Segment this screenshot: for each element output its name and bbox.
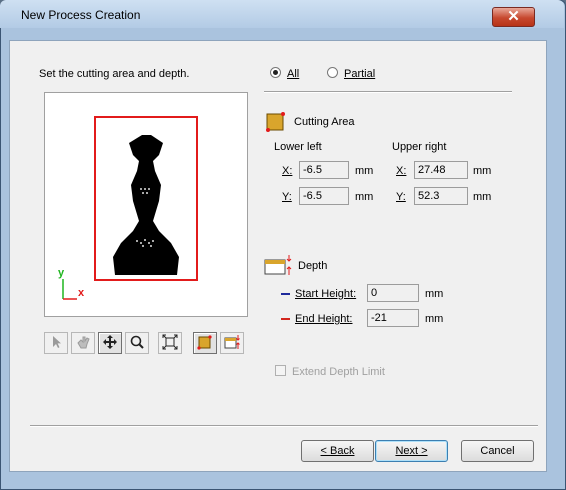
- unit-label: mm: [425, 313, 444, 325]
- depth-tool-button[interactable]: [220, 332, 244, 354]
- all-radio-label[interactable]: All: [287, 67, 299, 81]
- chess-queen-model: [113, 135, 179, 275]
- back-button-label: < Back: [320, 445, 355, 457]
- lower-left-label: Lower left: [274, 141, 322, 153]
- next-button-label: Next >: [395, 445, 428, 457]
- unit-label: mm: [473, 191, 492, 203]
- lower-left-y-label: Y:: [282, 191, 292, 203]
- depth-icon: [224, 334, 240, 353]
- next-button[interactable]: Next >: [375, 440, 448, 462]
- select-tool-button[interactable]: [44, 332, 68, 354]
- cutting-area-section-icon: [265, 110, 287, 135]
- cutting-area-tool-button[interactable]: [193, 332, 217, 354]
- preview-drawing: [62, 116, 198, 300]
- upper-right-y-field[interactable]: 52.3: [414, 187, 468, 205]
- all-radio[interactable]: [270, 67, 281, 78]
- lower-left-y-field[interactable]: -6.5: [299, 187, 349, 205]
- upper-right-x-label: X:: [396, 165, 407, 177]
- unit-label: mm: [355, 191, 374, 203]
- unit-label: mm: [473, 165, 492, 177]
- close-button[interactable]: ✕: [492, 7, 535, 27]
- depth-title: Depth: [298, 260, 328, 272]
- partial-radio[interactable]: [327, 67, 338, 78]
- move-icon: [102, 334, 118, 353]
- start-height-marker: [281, 293, 290, 295]
- back-button[interactable]: < Back: [301, 440, 374, 462]
- unit-label: mm: [425, 288, 444, 300]
- zoom-tool-button[interactable]: [125, 332, 149, 354]
- upper-right-y-label: Y:: [396, 191, 406, 203]
- lower-left-x-field[interactable]: -6.5: [299, 161, 349, 179]
- instruction-text: Set the cutting area and depth.: [39, 68, 190, 80]
- cancel-button[interactable]: Cancel: [461, 440, 534, 462]
- pan-tool-button[interactable]: [71, 332, 95, 354]
- start-height-label: Start Height:: [295, 288, 357, 300]
- bottom-divider: [30, 425, 538, 427]
- preview-canvas[interactable]: [44, 92, 248, 317]
- cutting-area-title: Cutting Area: [294, 116, 355, 128]
- pan-hand-icon: [75, 335, 91, 352]
- cancel-button-label: Cancel: [480, 445, 515, 457]
- move-tool-button[interactable]: [98, 332, 122, 354]
- end-height-label: End Height:: [295, 313, 353, 325]
- start-height-field[interactable]: 0: [367, 284, 419, 302]
- upper-right-label: Upper right: [392, 141, 447, 153]
- y-axis-label: y: [58, 267, 65, 279]
- cutting-area-icon: [197, 334, 213, 353]
- extend-depth-label: Extend Depth Limit: [292, 366, 385, 378]
- x-axis-label: x: [78, 287, 85, 299]
- zoom-icon: [129, 334, 145, 353]
- lower-left-x-label: X:: [282, 165, 293, 177]
- unit-label: mm: [355, 165, 374, 177]
- window-title: New Process Creation: [21, 8, 141, 22]
- extend-depth-checkbox[interactable]: [275, 365, 286, 376]
- fit-view-button[interactable]: [158, 332, 182, 354]
- end-height-field[interactable]: -21: [367, 309, 419, 327]
- depth-section-icon: [264, 254, 294, 279]
- partial-radio-label[interactable]: Partial: [344, 67, 375, 81]
- end-height-marker: [281, 318, 290, 320]
- upper-right-x-field[interactable]: 27.48: [414, 161, 468, 179]
- select-icon: [49, 335, 63, 352]
- divider: [264, 91, 512, 93]
- fit-icon: [162, 334, 178, 353]
